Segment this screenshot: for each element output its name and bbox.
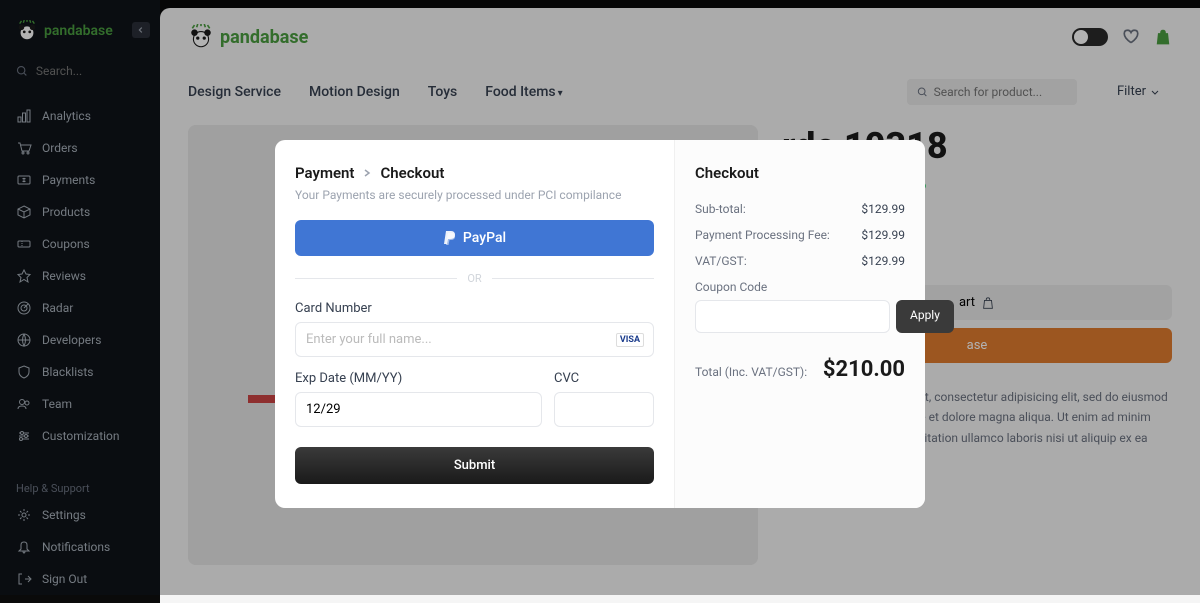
paypal-icon bbox=[443, 230, 457, 246]
coupon-input[interactable] bbox=[695, 300, 890, 333]
card-number-input[interactable] bbox=[295, 322, 654, 357]
subtitle: Your Payments are securely processed und… bbox=[295, 188, 654, 202]
total-value: $210.00 bbox=[823, 357, 905, 382]
divider: OR bbox=[295, 272, 654, 285]
coupon-label: Coupon Code bbox=[695, 280, 905, 294]
card-number-label: Card Number bbox=[295, 301, 654, 316]
checkout-summary: Checkout Sub-total:$129.99 Payment Proce… bbox=[675, 140, 925, 508]
chevron-right-icon bbox=[362, 168, 372, 178]
total-label: Total (Inc. VAT/GST): bbox=[695, 365, 807, 379]
exp-date-input[interactable] bbox=[295, 392, 542, 427]
line-processing-fee: Payment Processing Fee:$129.99 bbox=[695, 228, 905, 242]
visa-icon: VISA bbox=[616, 333, 644, 347]
line-subtotal: Sub-total:$129.99 bbox=[695, 202, 905, 216]
paypal-button[interactable]: PayPal bbox=[295, 220, 654, 256]
checkout-modal: Payment Checkout Your Payments are secur… bbox=[275, 140, 925, 508]
exp-date-label: Exp Date (MM/YY) bbox=[295, 371, 542, 386]
crumb-checkout: Checkout bbox=[380, 164, 444, 182]
submit-button[interactable]: Submit bbox=[295, 447, 654, 484]
cvc-label: CVC bbox=[554, 371, 654, 386]
breadcrumb: Payment Checkout bbox=[295, 164, 654, 182]
cvc-input[interactable] bbox=[554, 392, 654, 427]
payment-form: Payment Checkout Your Payments are secur… bbox=[275, 140, 675, 508]
crumb-payment: Payment bbox=[295, 164, 354, 182]
line-vat: VAT/GST:$129.99 bbox=[695, 254, 905, 268]
apply-button[interactable]: Apply bbox=[896, 300, 954, 333]
checkout-title: Checkout bbox=[695, 164, 905, 182]
total-row: Total (Inc. VAT/GST): $210.00 bbox=[695, 357, 905, 382]
